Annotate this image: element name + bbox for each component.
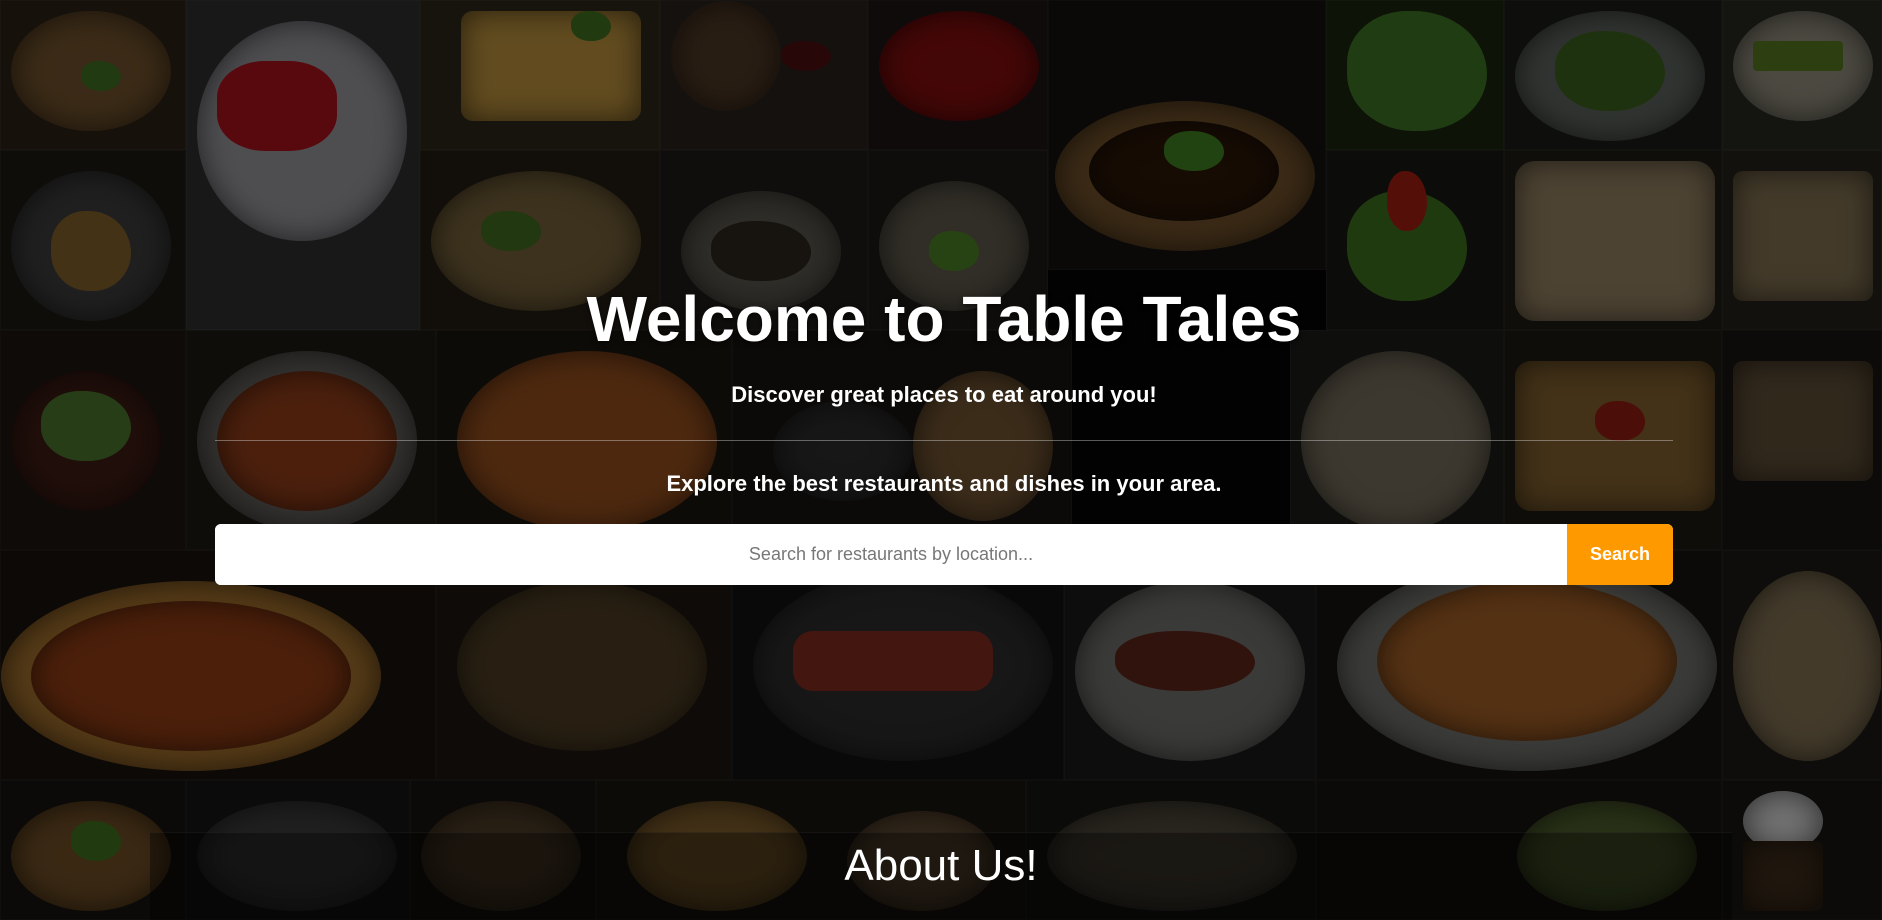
search-form: Search (215, 524, 1673, 585)
hero-title: Welcome to Table Tales (586, 283, 1302, 355)
location-search-input[interactable] (215, 524, 1567, 585)
about-title: About Us! (844, 841, 1038, 890)
search-button[interactable]: Search (1567, 524, 1673, 585)
hero-section: Welcome to Table Tales Discover great pl… (215, 0, 1673, 780)
hero-subtitle: Discover great places to eat around you! (731, 382, 1157, 407)
hero-divider (215, 440, 1673, 441)
hero-tagline: Explore the best restaurants and dishes … (666, 471, 1222, 496)
page: Welcome to Table Tales Discover great pl… (0, 0, 1882, 920)
